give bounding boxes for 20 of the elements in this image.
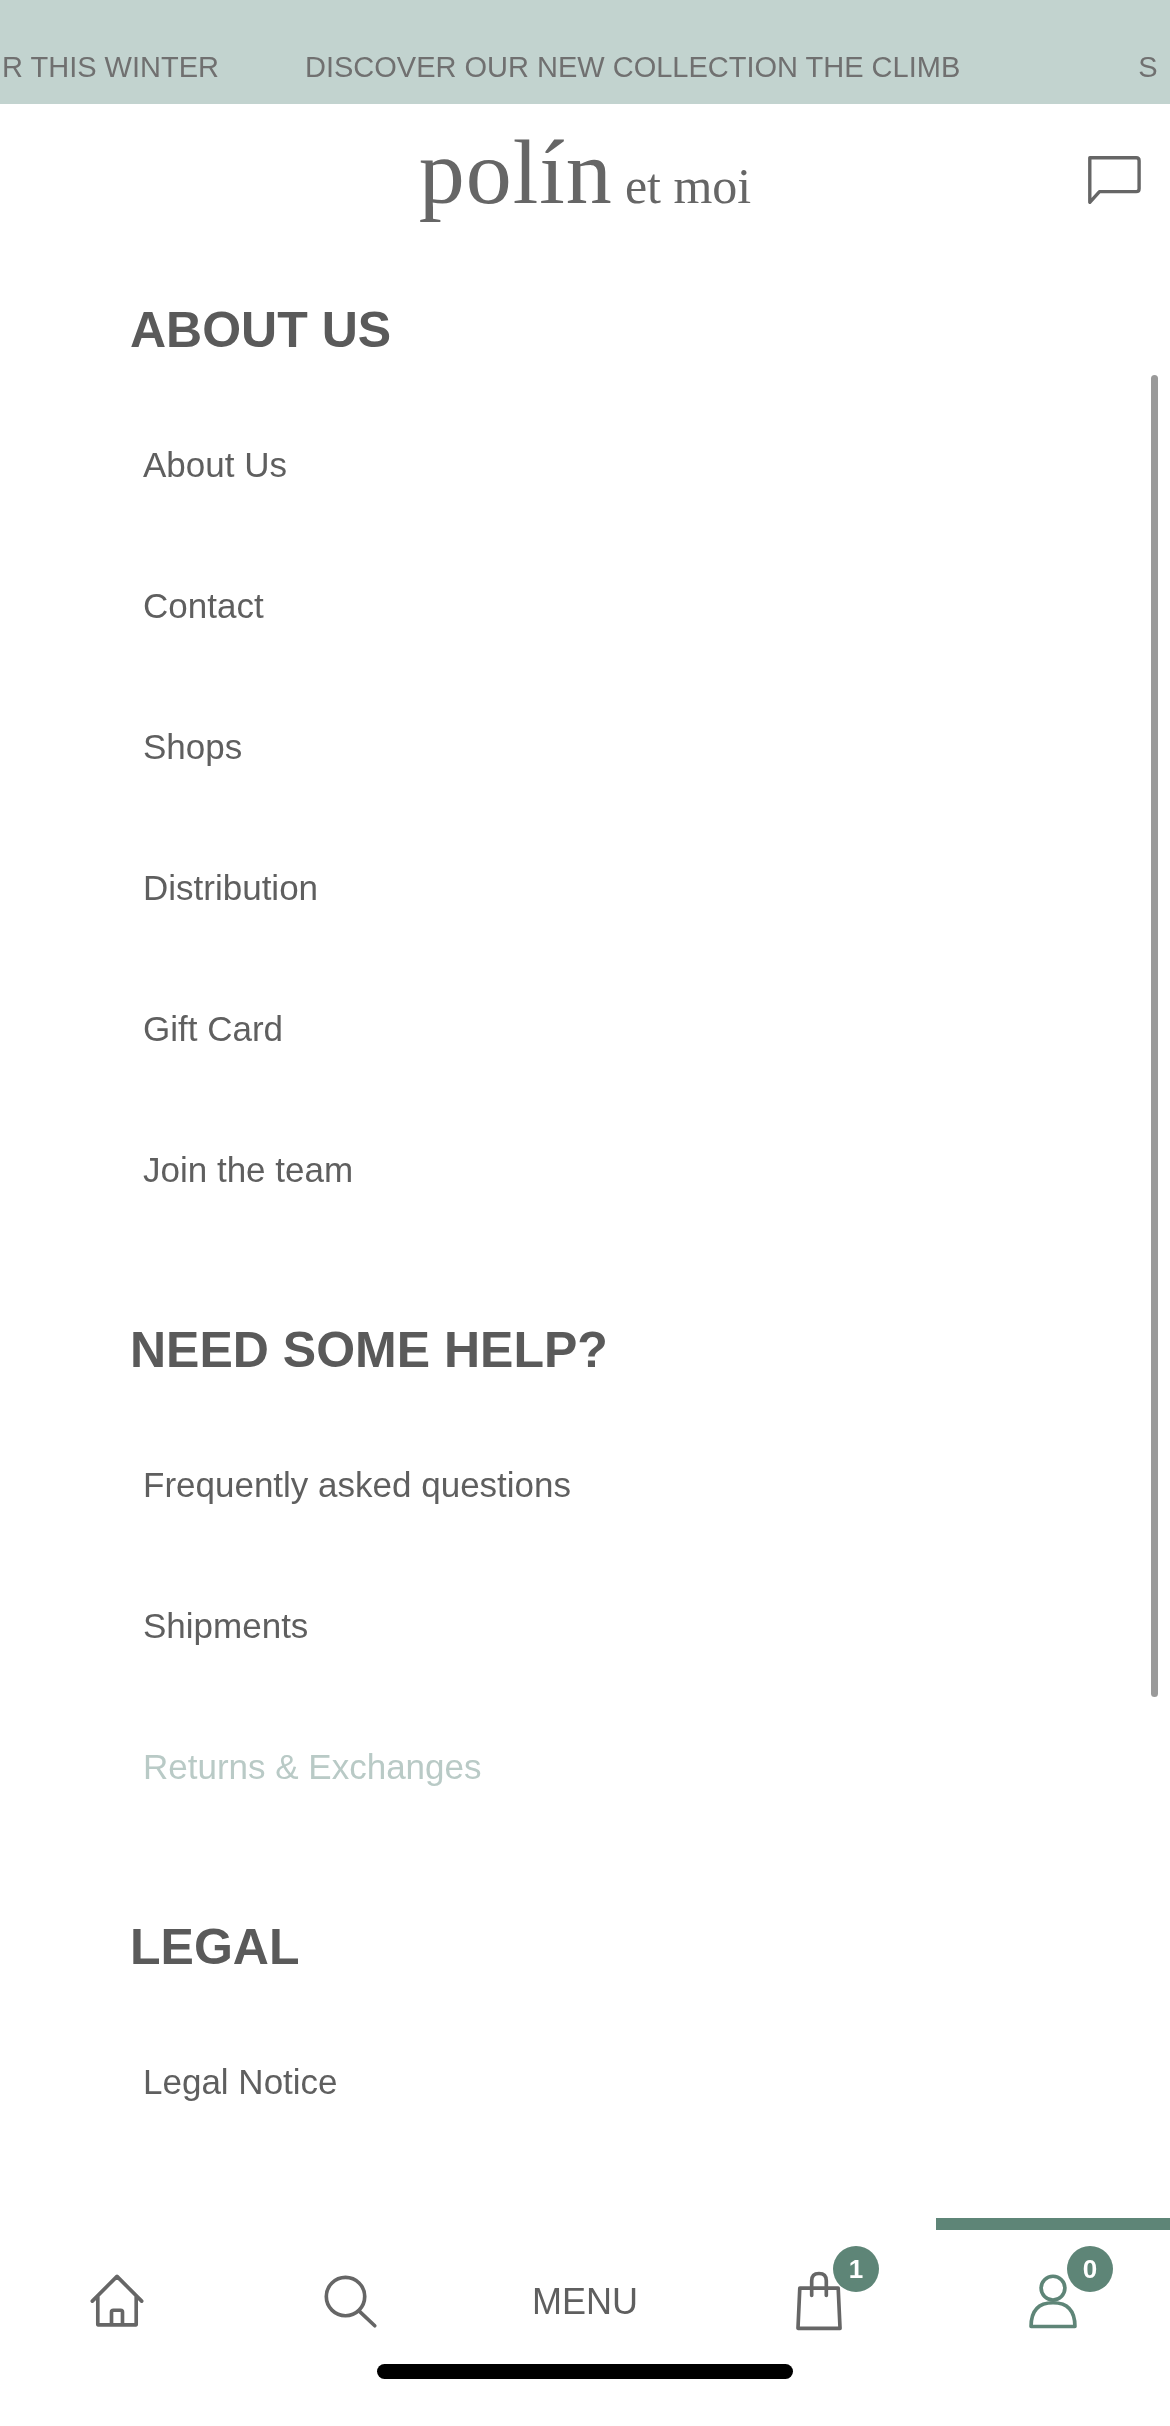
section-heading: ABOUT US	[129, 301, 393, 360]
scrollbar[interactable]	[1151, 375, 1158, 1697]
menu-link[interactable]: Distribution	[143, 867, 319, 908]
announcement-text: S	[1138, 50, 1158, 84]
menu-link[interactable]: Shipments	[143, 1605, 309, 1646]
count-badge: 1	[833, 2246, 879, 2292]
menu-button[interactable]: MENU	[532, 2281, 638, 2323]
menu-link[interactable]: Legal Notice	[143, 2061, 338, 2102]
menu-link[interactable]: About Us	[143, 444, 287, 485]
menu-link[interactable]: Frequently asked questions	[143, 1464, 572, 1505]
count-badge: 0	[1067, 2246, 1113, 2292]
announcement-text: R THIS WINTER	[2, 50, 219, 84]
menu-link[interactable]: Gift Card	[143, 1008, 284, 1049]
menu-link[interactable]: Join the team	[143, 1149, 354, 1190]
section-heading: NEED SOME HELP?	[129, 1321, 609, 1380]
brand-logo[interactable]: polín et moi	[418, 109, 752, 225]
menu-link[interactable]: Contact	[143, 585, 264, 626]
menu-link[interactable]: Shops	[143, 726, 243, 767]
section-heading: LEGAL	[129, 1918, 301, 1977]
announcement-text: DISCOVER OUR NEW COLLECTION THE CLIMB	[304, 50, 961, 84]
